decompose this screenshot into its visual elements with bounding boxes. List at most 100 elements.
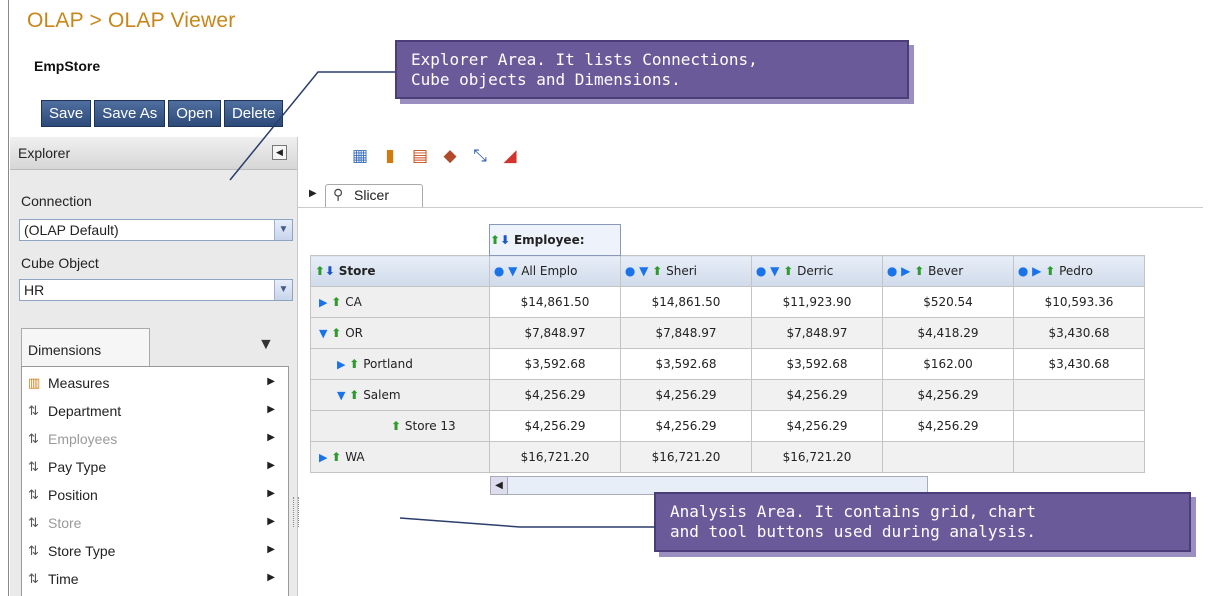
- submenu-arrow-icon: ▶: [267, 516, 275, 527]
- dimension-label: Measures: [48, 375, 110, 391]
- chart-grid-icon[interactable]: ▤: [410, 146, 430, 166]
- row-header[interactable]: ⬆ Store 13: [310, 410, 490, 442]
- collapse-panel-icon[interactable]: ◀: [272, 145, 287, 160]
- explorer-panel: Explorer ◀ Connection (OLAP Default) ▼ C…: [10, 137, 299, 596]
- connection-select[interactable]: (OLAP Default) ▼: [19, 219, 293, 241]
- table-row: ▼ ⬆ Salem $4,256.29 $4,256.29 $4,256.29 $4,2…: [310, 379, 1145, 411]
- row-header[interactable]: ▼ ⬆ Salem: [310, 379, 490, 411]
- column-dimension-label: Employee:: [513, 233, 585, 247]
- submenu-arrow-icon: ▶: [267, 432, 275, 443]
- dimension-item[interactable]: ▥ Measures ▶: [28, 372, 283, 398]
- dimension-label: Employees: [48, 431, 118, 447]
- grid-cell: $3,430.68: [1013, 348, 1145, 380]
- hierarchy-icon: ⇅: [28, 459, 39, 474]
- grid-cell: $4,256.29: [489, 379, 621, 411]
- action-toolbar: Save Save As Open Delete: [41, 100, 284, 127]
- cube-name: EmpStore: [34, 58, 101, 74]
- page-title: OLAP > OLAP Viewer: [27, 9, 236, 32]
- dimension-item[interactable]: ⇅ Employees ▶: [28, 428, 283, 454]
- column-header[interactable]: ● ▼ ⬆ Sheri: [620, 255, 752, 287]
- grid-cell: $16,721.20: [751, 441, 883, 473]
- column-header[interactable]: ● ▶ ⬆ Pedro: [1013, 255, 1145, 287]
- row-dimension-header[interactable]: ⬆⬇ Store: [310, 255, 490, 287]
- dimension-label: Pay Type: [48, 459, 107, 475]
- analysis-callout: Analysis Area. It contains grid, chart a…: [654, 492, 1191, 552]
- column-header[interactable]: ● ▼ ⬆ Derric: [751, 255, 883, 287]
- table-row: ▶ ⬆ WA $16,721.20 $16,721.20 $16,721.20: [310, 441, 1145, 473]
- connection-label: Connection: [21, 193, 92, 209]
- dimension-label: Store: [48, 515, 82, 531]
- row-header[interactable]: ▶ ⬆ CA: [310, 286, 490, 318]
- row-header-label: Portland: [363, 357, 413, 371]
- tab-dimensions-label: Dimensions: [28, 342, 102, 358]
- row-header-label: Salem: [363, 388, 401, 402]
- scroll-left-icon[interactable]: ◀: [491, 477, 508, 494]
- hierarchy-icon: ⇅: [28, 403, 39, 418]
- dimension-item[interactable]: ⇅ Department ▶: [28, 400, 283, 426]
- panel-splitter[interactable]: [293, 497, 299, 527]
- row-header[interactable]: ▶ ⬆ Portland: [310, 348, 490, 380]
- row-header-label: CA: [345, 295, 362, 309]
- analysis-callout-text: Analysis Area. It contains grid, chart a…: [670, 502, 1037, 541]
- expand-slicer-icon[interactable]: ▶: [309, 188, 317, 199]
- save-as-button[interactable]: Save As: [94, 100, 166, 127]
- analysis-toolbar: ▦ ▮ ▤ ◆ ⤡ ◢: [350, 146, 520, 166]
- submenu-arrow-icon: ▶: [267, 572, 275, 583]
- row-header[interactable]: ▶ ⬆ WA: [310, 441, 490, 473]
- chevron-down-icon[interactable]: ▼: [274, 220, 292, 240]
- bar-chart-icon[interactable]: ▮: [380, 146, 400, 166]
- grid-corner: [311, 225, 490, 256]
- grid-cell: $3,592.68: [489, 348, 621, 380]
- grid-cell: $7,848.97: [489, 317, 621, 349]
- grid-cell: $162.00: [882, 348, 1014, 380]
- delete-button[interactable]: Delete: [223, 100, 284, 127]
- grid-cell: $3,592.68: [751, 348, 883, 380]
- grid-cell: $3,430.68: [1013, 317, 1145, 349]
- hierarchy-icon: ⇅: [28, 487, 39, 502]
- chart-type-icon[interactable]: ◆: [440, 146, 460, 166]
- grid-cell: $14,861.50: [489, 286, 621, 318]
- column-header-label: Pedro: [1059, 264, 1093, 278]
- connection-value: (OLAP Default): [24, 222, 119, 238]
- sort-icon[interactable]: ⬆: [490, 233, 500, 247]
- dimension-label: Department: [48, 403, 122, 419]
- column-header-label: Bever: [928, 264, 964, 278]
- hierarchy-icon: ⇅: [28, 515, 39, 530]
- dimension-item[interactable]: ⇅ Time ▶: [28, 568, 283, 594]
- dimension-label: Time: [48, 571, 79, 587]
- dimension-item[interactable]: ⇅ Store ▶: [28, 512, 283, 538]
- dimension-item[interactable]: ⇅ Pay Type ▶: [28, 456, 283, 482]
- slicer-bar: ▶ ⚲ Slicer: [298, 182, 1203, 208]
- table-row: ▼ ⬆ OR $7,848.97 $7,848.97 $7,848.97 $4,418.…: [310, 317, 1145, 349]
- pivot-grid: ⬆⬇ Employee: ⬆⬇ Store ● ▼ All Emplo ● ▼ …: [310, 224, 1145, 473]
- eraser-icon[interactable]: ◢: [500, 146, 520, 166]
- grid-cell: [1013, 441, 1145, 473]
- dimension-label: Store Type: [48, 543, 116, 559]
- tab-dimensions[interactable]: Dimensions: [21, 328, 150, 367]
- dimension-item[interactable]: ⇅ Position ▶: [28, 484, 283, 510]
- grid-cell: $10,593.36: [1013, 286, 1145, 318]
- grid-cell: [882, 441, 1014, 473]
- chevron-down-icon[interactable]: ▼: [274, 280, 292, 300]
- filter-icon[interactable]: ▼: [258, 336, 274, 354]
- grid-cell: $7,848.97: [751, 317, 883, 349]
- dimension-item[interactable]: ⇅ Store Type ▶: [28, 540, 283, 566]
- hierarchy-icon: ⇅: [28, 571, 39, 586]
- column-header[interactable]: ● ▶ ⬆ Bever: [882, 255, 1014, 287]
- cube-object-select[interactable]: HR ▼: [19, 279, 293, 301]
- cube-object-value: HR: [24, 282, 45, 298]
- column-header-label: Derric: [797, 264, 834, 278]
- row-header[interactable]: ▼ ⬆ OR: [310, 317, 490, 349]
- cube-object-label: Cube Object: [21, 255, 99, 271]
- explorer-callout-text: Explorer Area. It lists Connections, Cub…: [411, 50, 758, 89]
- row-header-label: Store 13: [404, 419, 456, 433]
- column-header[interactable]: ● ▼ All Emplo: [489, 255, 621, 287]
- open-button[interactable]: Open: [168, 100, 221, 127]
- swap-axes-icon[interactable]: ⤡: [470, 146, 490, 166]
- tab-slicer[interactable]: ⚲ Slicer: [325, 184, 423, 207]
- grid-view-icon[interactable]: ▦: [350, 146, 370, 166]
- explorer-callout: Explorer Area. It lists Connections, Cub…: [395, 40, 909, 99]
- column-dimension-header[interactable]: ⬆⬇ Employee:: [489, 224, 621, 256]
- save-button[interactable]: Save: [41, 100, 92, 127]
- row-dimension-label: Store: [338, 264, 376, 278]
